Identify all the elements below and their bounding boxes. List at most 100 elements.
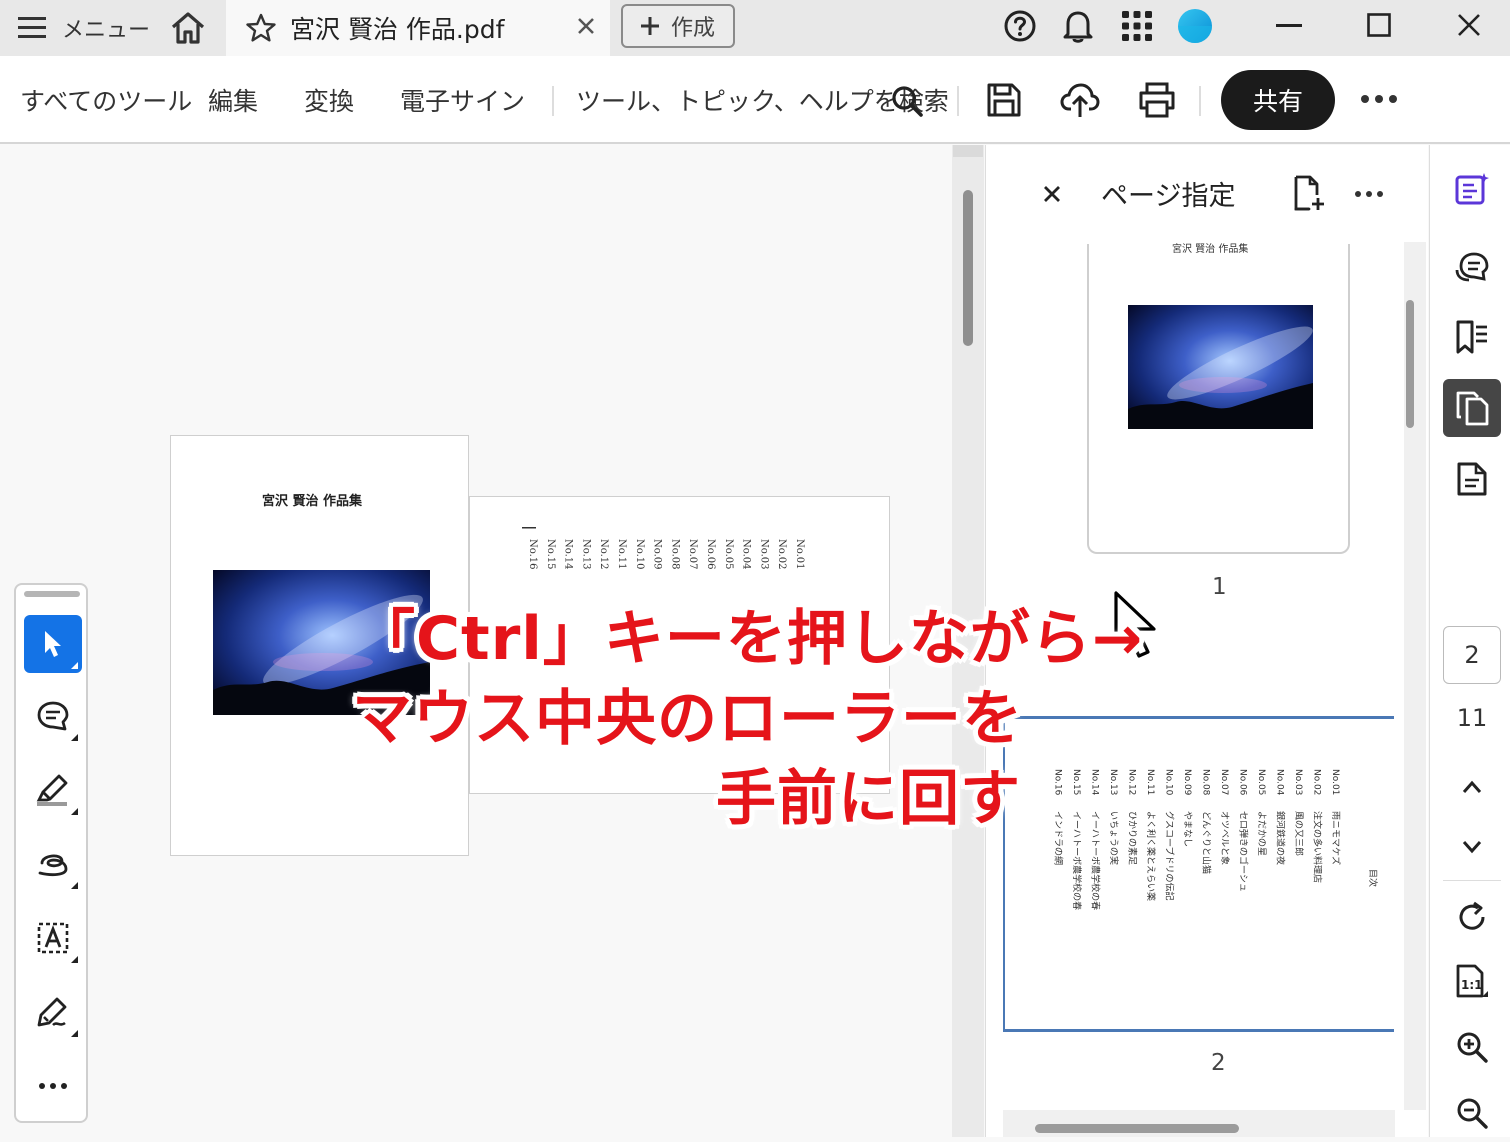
actual-size-icon: 1:1: [1456, 964, 1488, 998]
draw-tool-button[interactable]: [24, 835, 82, 893]
close-window-icon[interactable]: [1457, 13, 1481, 37]
cloud-upload-icon[interactable]: [1060, 81, 1100, 119]
panel-more-icon[interactable]: [1354, 190, 1384, 198]
panel-scrollbar-thumb[interactable]: [1406, 300, 1414, 428]
comments-icon: [1455, 252, 1489, 282]
insert-page-icon[interactable]: [1292, 175, 1326, 213]
total-pages: 11: [1456, 704, 1488, 732]
annotation-line-1: 「Ctrl」キーを押しながら→: [355, 604, 1144, 674]
thumbnail-2-entry-number: No.08: [1201, 769, 1211, 796]
previous-page-button[interactable]: [1443, 758, 1501, 816]
close-panel-icon[interactable]: [1043, 185, 1061, 203]
rotate-button[interactable]: [1443, 888, 1501, 946]
zoom-out-button[interactable]: [1443, 1084, 1501, 1142]
toc-entry: No.14: [563, 539, 574, 570]
page-thumbnails-button[interactable]: [1443, 379, 1501, 437]
thumbnail-2-entry-title: オツベルと象: [1219, 811, 1231, 865]
close-tab-icon[interactable]: [576, 16, 596, 36]
pages-icon: [1456, 391, 1489, 426]
thumbnail-2-entry-title: よだかの星: [1256, 811, 1267, 856]
create-label: 作成: [671, 16, 716, 41]
menu-label: メニュー: [62, 18, 151, 43]
chevron-down-icon: [1462, 841, 1482, 854]
hamburger-icon: [18, 17, 46, 38]
save-icon[interactable]: [986, 82, 1022, 118]
thumbnail-2-toc: 目次 No.01 雨ニモマケズ No.02 注文の多い料理店 No.03 風の又三郎 No.0…: [1053, 769, 1380, 910]
document-properties-button[interactable]: [1443, 450, 1501, 508]
thumbnail-2-entry-title: インドラの網: [1053, 811, 1065, 865]
document-icon: [1457, 462, 1487, 496]
thumbnail-2-entry-title: グスコーブドリの伝記: [1164, 811, 1176, 900]
home-button[interactable]: [160, 0, 216, 56]
thumbnail-2-entry-number: No.14: [1090, 769, 1100, 796]
thumbnail-2-entry-title: いちょうの実: [1108, 811, 1120, 865]
toc-entry: No.03: [758, 539, 769, 570]
toc-entry: No.01: [794, 539, 805, 570]
text-box-icon: [37, 922, 69, 954]
tab-edit[interactable]: 編集: [208, 82, 258, 118]
maximize-icon[interactable]: [1367, 13, 1391, 37]
text-tool-button[interactable]: [24, 909, 82, 967]
toc-entry: No.08: [669, 539, 680, 570]
thumbnail-2-entry-title: よく利く薬とえらい薬: [1145, 811, 1157, 901]
next-page-button[interactable]: [1443, 818, 1501, 876]
more-tools-button[interactable]: [24, 1057, 82, 1115]
toc-entry: No.04: [741, 539, 752, 570]
thumbnail-2-entry-number: No.04: [1275, 769, 1285, 796]
tab-convert[interactable]: 変換: [304, 82, 354, 118]
minimize-icon[interactable]: [1276, 24, 1302, 28]
title-bar: メニュー 宮沢 賢治 作品.pdf 作成: [0, 0, 1510, 56]
bell-icon[interactable]: [1061, 8, 1095, 44]
document-scrollbar-thumb[interactable]: [963, 190, 973, 346]
comments-panel-button[interactable]: [1443, 238, 1501, 296]
thumbnail-page-2[interactable]: 目次 No.01 雨ニモマケズ No.02 注文の多い料理店 No.03 風の又三郎 No.0…: [1003, 716, 1394, 1032]
create-button[interactable]: 作成: [621, 4, 735, 48]
bookmark-icon: [1456, 320, 1487, 354]
share-button[interactable]: 共有: [1221, 70, 1335, 130]
tab-esign[interactable]: 電子サイン: [400, 82, 525, 118]
actual-size-button[interactable]: 1:1: [1443, 952, 1501, 1010]
select-tool-button[interactable]: [24, 615, 82, 673]
rail-divider: [1443, 880, 1501, 881]
thumbnail-2-entry-number: No.05: [1256, 769, 1266, 795]
annotation-line-2: マウス中央のローラーを: [352, 684, 1023, 754]
plus-icon: [641, 17, 659, 35]
ellipsis-icon: [39, 1083, 67, 1089]
thumbnail-2-entry-number: No.12: [1127, 769, 1137, 795]
tab-title: 宮沢 賢治 作品.pdf: [290, 15, 505, 44]
avatar[interactable]: [1177, 8, 1213, 44]
tab-all-tools[interactable]: すべてのツール: [20, 82, 192, 118]
zoom-in-icon: [1457, 1032, 1488, 1063]
palette-handle[interactable]: [24, 591, 80, 597]
thumbnail-2-entry-number: No.10: [1164, 769, 1174, 796]
more-options-icon[interactable]: [1360, 94, 1398, 104]
bookmarks-panel-button[interactable]: [1443, 308, 1501, 366]
zoom-in-button[interactable]: [1443, 1018, 1501, 1076]
thumbnail-1-caption: 宮沢 賢治 作品集: [1172, 244, 1249, 255]
comment-tool-button[interactable]: [24, 687, 82, 745]
help-icon[interactable]: [1003, 9, 1037, 43]
pen-sign-icon: [37, 997, 67, 1027]
search-icon[interactable]: [890, 84, 924, 118]
toc-entry: No.11: [616, 539, 627, 570]
apps-grid-icon[interactable]: [1122, 11, 1152, 41]
thumbnail-2-entry-number: No.03: [1293, 769, 1303, 795]
thumbnail-2-entry-title: 雨ニモマケズ: [1330, 811, 1342, 865]
thumbnail-2-entry-title: イーハトーボ農学校の春: [1090, 811, 1102, 910]
ai-assistant-button[interactable]: [1443, 160, 1501, 218]
comment-icon: [37, 701, 69, 731]
svg-text:1:1: 1:1: [1461, 978, 1483, 992]
divider: [957, 86, 959, 116]
thumbnail-2-entry-title: やまなし: [1182, 811, 1193, 847]
scrollbar-top-cap: [953, 145, 983, 157]
highlight-tool-button[interactable]: [24, 761, 82, 819]
sign-tool-button[interactable]: [24, 983, 82, 1041]
current-page-input[interactable]: 2: [1443, 626, 1501, 684]
panel-horizontal-scrollbar-thumb[interactable]: [1035, 1124, 1239, 1133]
thumbnail-2-entry-title: イーハトーボ農学校の春: [1071, 811, 1083, 910]
star-icon[interactable]: [245, 12, 277, 44]
chevron-up-icon: [1462, 780, 1482, 793]
print-icon[interactable]: [1138, 82, 1176, 118]
thumbnail-2-entry-title: 注文の多い料理店: [1312, 811, 1324, 883]
divider: [552, 86, 554, 116]
